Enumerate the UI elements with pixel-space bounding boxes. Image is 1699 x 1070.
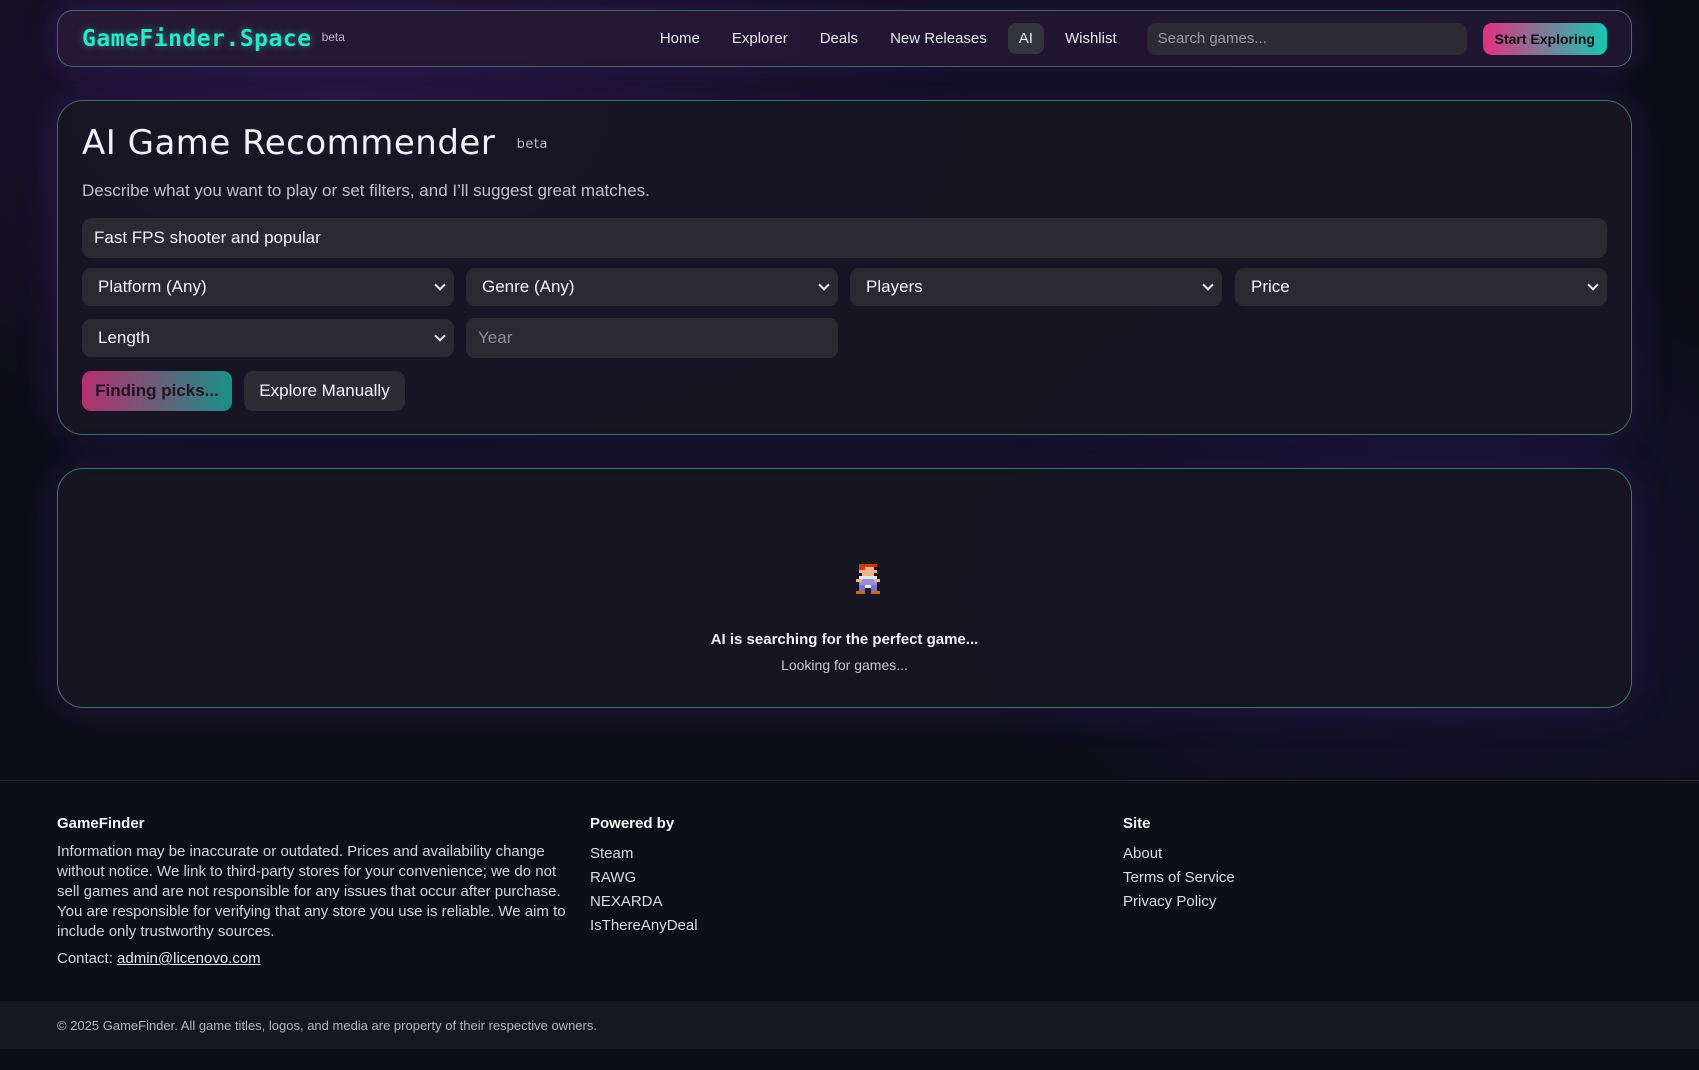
footer-about: GameFinder Information may be inaccurate… <box>57 815 567 967</box>
search-input[interactable] <box>1146 22 1467 55</box>
footer-powered-by: Powered by Steam RAWG NEXARDA IsThereAny… <box>590 815 698 938</box>
footer-link-privacy[interactable]: Privacy Policy <box>1123 890 1235 914</box>
recommender-description: Describe what you want to play or set fi… <box>82 181 650 200</box>
year-input[interactable] <box>466 318 838 358</box>
page-title-text: AI Game Recommender <box>82 123 496 163</box>
footer-link-terms[interactable]: Terms of Service <box>1123 866 1235 890</box>
footer-link-nexarda[interactable]: NEXARDA <box>590 890 698 914</box>
genre-select[interactable]: Genre (Any) <box>466 268 838 306</box>
length-select[interactable]: Length <box>82 319 454 357</box>
nav-wishlist[interactable]: Wishlist <box>1054 23 1128 54</box>
site-logo[interactable]: GameFinder.Space <box>82 26 312 52</box>
results-panel: AI is searching for the perfect game... … <box>57 468 1632 708</box>
loading-substatus: Looking for games... <box>781 657 908 673</box>
pixel-character-icon <box>856 561 880 597</box>
nav-ai[interactable]: AI <box>1007 23 1044 54</box>
price-select-value: Price <box>1251 277 1290 296</box>
nav-new-releases[interactable]: New Releases <box>879 23 998 54</box>
footer-powered-title: Powered by <box>590 815 675 832</box>
prompt-input[interactable] <box>82 218 1607 258</box>
chevron-down-icon <box>434 330 446 342</box>
footer-link-isthereanydeal[interactable]: IsThereAnyDeal <box>590 914 698 938</box>
contact-label: Contact: <box>57 950 113 967</box>
find-picks-button[interactable]: Finding picks... <box>82 371 232 411</box>
copyright-text: © 2025 GameFinder. All game titles, logo… <box>57 1017 597 1033</box>
length-select-value: Length <box>98 328 150 347</box>
footer-about-title: GameFinder <box>57 815 145 832</box>
footer-link-rawg[interactable]: RAWG <box>590 866 698 890</box>
chevron-down-icon <box>818 279 830 291</box>
footer-contact: Contact: admin@licenovo.com <box>57 950 567 967</box>
chevron-down-icon <box>1587 279 1599 291</box>
beta-badge: beta <box>321 29 345 44</box>
nav-explorer[interactable]: Explorer <box>721 23 799 54</box>
site-footer: GameFinder Information may be inaccurate… <box>0 780 1699 1000</box>
footer-link-about[interactable]: About <box>1123 842 1235 866</box>
platform-select-value: Platform (Any) <box>98 277 207 296</box>
footer-disclaimer: Information may be inaccurate or outdate… <box>57 843 566 940</box>
nav-deals[interactable]: Deals <box>809 23 869 54</box>
beta-badge: beta <box>516 137 548 152</box>
chevron-down-icon <box>434 279 446 291</box>
ai-recommender-panel: AI Game Recommender beta Describe what y… <box>57 100 1632 435</box>
platform-select[interactable]: Platform (Any) <box>82 268 454 306</box>
chevron-down-icon <box>1202 279 1214 291</box>
explore-manually-button[interactable]: Explore Manually <box>244 371 405 411</box>
players-select-value: Players <box>866 277 923 296</box>
main-nav: Home Explorer Deals New Releases AI Wish… <box>644 22 1607 55</box>
loading-status: AI is searching for the perfect game... <box>710 631 979 648</box>
price-select[interactable]: Price <box>1235 268 1607 306</box>
copyright-bar: © 2025 GameFinder. All game titles, logo… <box>0 1001 1699 1049</box>
footer-site-title: Site <box>1123 815 1151 832</box>
genre-select-value: Genre (Any) <box>482 277 575 296</box>
footer-link-steam[interactable]: Steam <box>590 842 698 866</box>
contact-email-link[interactable]: admin@licenovo.com <box>117 950 261 967</box>
top-navigation-bar: GameFinder.Space beta Home Explorer Deal… <box>57 10 1632 67</box>
start-exploring-button[interactable]: Start Exploring <box>1482 22 1607 55</box>
nav-home[interactable]: Home <box>649 23 711 54</box>
footer-site: Site About Terms of Service Privacy Poli… <box>1123 815 1235 914</box>
page-title: AI Game Recommender beta <box>82 123 548 163</box>
players-select[interactable]: Players <box>850 268 1222 306</box>
